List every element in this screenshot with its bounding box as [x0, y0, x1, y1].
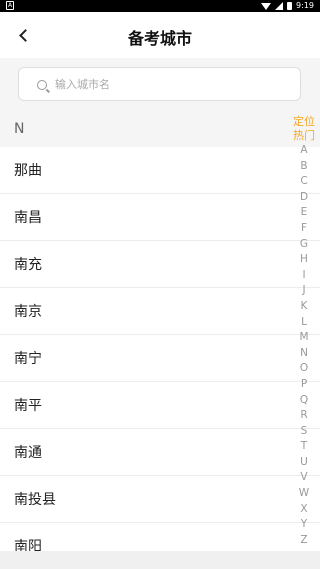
index-letter[interactable]: U — [290, 455, 318, 471]
index-letter[interactable]: A — [290, 143, 318, 159]
search-area — [0, 58, 320, 110]
index-letter[interactable]: G — [290, 237, 318, 253]
city-name: 南通 — [14, 445, 42, 461]
city-row[interactable]: 南宁 — [0, 335, 320, 382]
city-row[interactable]: 那曲 — [0, 147, 320, 194]
index-letter[interactable]: K — [290, 299, 318, 315]
index-letter[interactable]: Q — [290, 393, 318, 409]
city-name: 南投县 — [14, 492, 56, 508]
page-title: 备考城市 — [127, 29, 192, 48]
battery-icon — [287, 2, 293, 10]
city-row[interactable]: 南通 — [0, 429, 320, 476]
wifi-icon — [261, 2, 272, 10]
index-letter[interactable]: X — [290, 502, 318, 518]
alphabet-index-bar: 定位 热门 A B C D E F G H I J K L M N O P Q … — [290, 115, 318, 548]
index-letter[interactable]: O — [290, 361, 318, 377]
city-name: 南昌 — [14, 210, 42, 226]
index-letter[interactable]: C — [290, 174, 318, 190]
city-row[interactable]: 南昌 — [0, 194, 320, 241]
index-letter[interactable]: T — [290, 439, 318, 455]
index-letter[interactable]: P — [290, 377, 318, 393]
status-bar: A 9:19 — [0, 0, 320, 12]
index-letter[interactable]: W — [290, 486, 318, 502]
index-letter[interactable]: V — [290, 470, 318, 486]
index-letter[interactable]: D — [290, 190, 318, 206]
index-letter[interactable]: E — [290, 205, 318, 221]
index-letter[interactable]: R — [290, 408, 318, 424]
search-icon — [37, 80, 47, 90]
city-name: 南宁 — [14, 351, 42, 367]
city-row[interactable]: 南充 — [0, 241, 320, 288]
status-indicators: 9:19 — [261, 1, 314, 11]
city-name: 南充 — [14, 257, 42, 273]
city-list: 那曲 南昌 南充 南京 南宁 南平 南通 南投县 南阳 — [0, 147, 320, 569]
header: 备考城市 — [0, 12, 320, 58]
signal-icon — [275, 2, 284, 10]
section-letter: N — [14, 121, 25, 137]
index-letter[interactable]: L — [290, 315, 318, 331]
bottom-bar — [0, 551, 320, 569]
search-input[interactable] — [55, 68, 295, 100]
city-row[interactable]: 南京 — [0, 288, 320, 335]
notification-icon: A — [6, 1, 14, 10]
city-name: 南京 — [14, 304, 42, 320]
index-letter[interactable]: J — [290, 283, 318, 299]
city-row[interactable]: 南平 — [0, 382, 320, 429]
index-locate[interactable]: 定位 — [293, 115, 315, 129]
index-hot[interactable]: 热门 — [293, 129, 315, 143]
city-name: 南平 — [14, 398, 42, 414]
index-letter[interactable]: Y — [290, 517, 318, 533]
status-time: 9:19 — [296, 1, 314, 10]
index-letter[interactable]: B — [290, 159, 318, 175]
index-letter[interactable]: N — [290, 346, 318, 362]
city-row[interactable]: 南投县 — [0, 476, 320, 523]
city-name: 那曲 — [14, 163, 42, 179]
index-letter[interactable]: S — [290, 424, 318, 440]
index-letter[interactable]: F — [290, 221, 318, 237]
index-letter[interactable]: Z — [290, 533, 318, 549]
index-letter[interactable]: H — [290, 252, 318, 268]
search-box[interactable] — [18, 67, 301, 101]
section-header: N — [0, 110, 320, 147]
index-letter[interactable]: I — [290, 268, 318, 284]
index-letter[interactable]: M — [290, 330, 318, 346]
